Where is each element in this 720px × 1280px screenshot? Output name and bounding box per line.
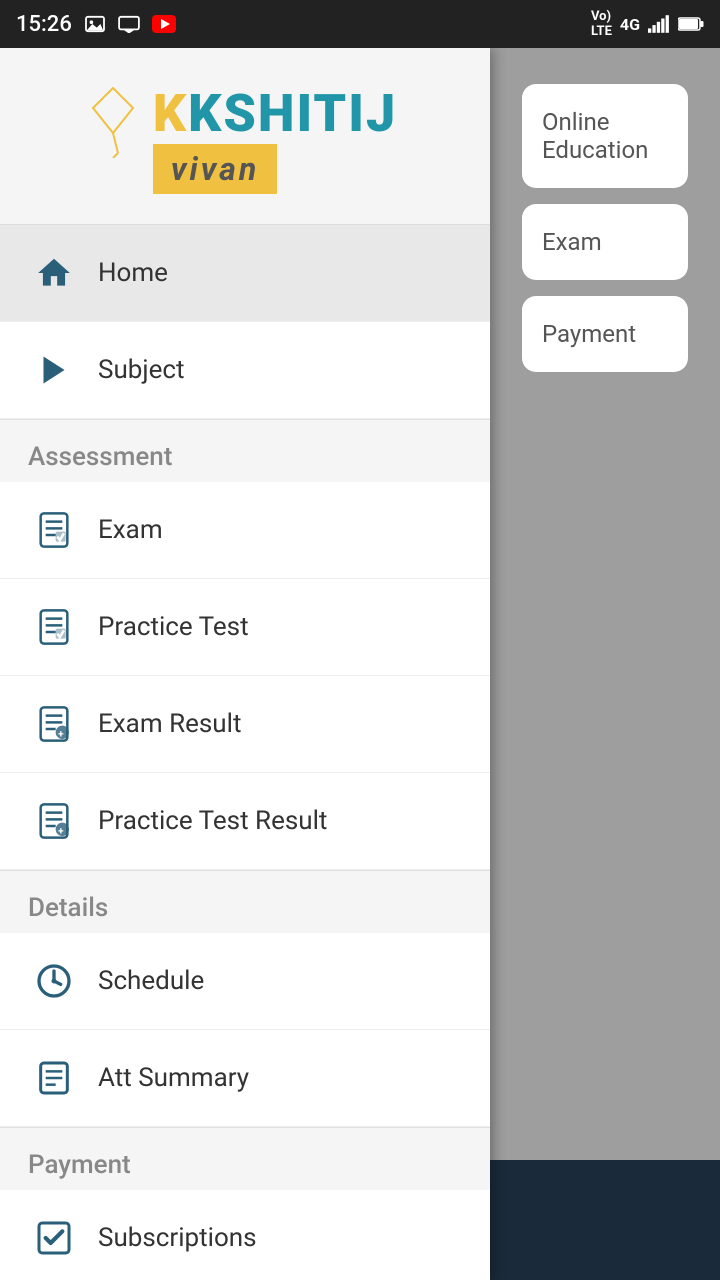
nav-label-att-summary: Att Summary [98,1063,249,1093]
status-bar-left: 15:26 [16,12,176,37]
nav-item-exam[interactable]: Exam [0,482,490,579]
subscriptions-icon [28,1212,80,1264]
practice-test-icon [28,601,80,653]
svg-text:+: + [58,826,64,837]
battery-icon [678,16,704,32]
signal-icon [648,15,670,33]
youtube-icon [152,15,176,33]
status-bar: 15:26 Vo)LTE 4G [0,0,720,48]
nav-label-schedule: Schedule [98,966,204,996]
vivan-box: vivan [153,144,277,194]
volte-icon: Vo)LTE [591,9,612,39]
status-bar-right: Vo)LTE 4G [591,9,704,39]
nav-label-exam: Exam [98,515,163,545]
nav-label-practice-test-result: Practice Test Result [98,806,327,836]
main-container: KKSHITIJ vivan Home [0,48,720,1280]
payment-card-text: Payment [542,320,636,348]
nav-label-practice-test: Practice Test [98,612,249,642]
vivan-text: vivan [171,150,259,188]
4g-icon: 4G [620,15,640,34]
dark-bottom-bar [490,1160,720,1280]
nav-label-home: Home [98,258,168,288]
nav-item-practice-test[interactable]: Practice Test [0,579,490,676]
svg-text:+: + [58,729,64,740]
nav-item-practice-test-result[interactable]: + Practice Test Result [0,773,490,870]
payment-card: Payment [522,296,688,372]
exam-result-icon: + [28,698,80,750]
online-education-text: Online Education [542,108,668,164]
kite-decoration [83,78,163,158]
nav-item-att-summary[interactable]: Att Summary [0,1030,490,1127]
exam-icon [28,504,80,556]
nav-item-exam-result[interactable]: + Exam Result [0,676,490,773]
image-icon [84,15,106,33]
section-header-details: Details [0,870,490,933]
nav-item-subject[interactable]: Subject [0,322,490,419]
home-icon [28,247,80,299]
nav-label-subject: Subject [98,355,185,385]
nav-label-subscriptions: Subscriptions [98,1223,257,1253]
section-header-assessment: Assessment [0,419,490,482]
exam-card: Exam [522,204,688,280]
practice-test-result-icon: + [28,795,80,847]
online-education-card: Online Education [522,84,688,188]
nav-item-subscriptions[interactable]: Subscriptions [0,1190,490,1280]
exam-card-text: Exam [542,228,602,256]
logo-area: KKSHITIJ vivan [0,48,490,225]
navigation-drawer: KKSHITIJ vivan Home [0,48,490,1280]
logo-wrapper: KKSHITIJ vivan [93,88,397,194]
att-summary-icon [28,1052,80,1104]
section-header-payment: Payment [0,1127,490,1190]
time-display: 15:26 [16,12,72,37]
subject-icon [28,344,80,396]
message-icon [118,15,140,33]
schedule-icon [28,955,80,1007]
right-panel: Online Education Exam Payment [490,48,720,1280]
nav-item-home[interactable]: Home [0,225,490,322]
nav-item-schedule[interactable]: Schedule [0,933,490,1030]
nav-label-exam-result: Exam Result [98,709,241,739]
